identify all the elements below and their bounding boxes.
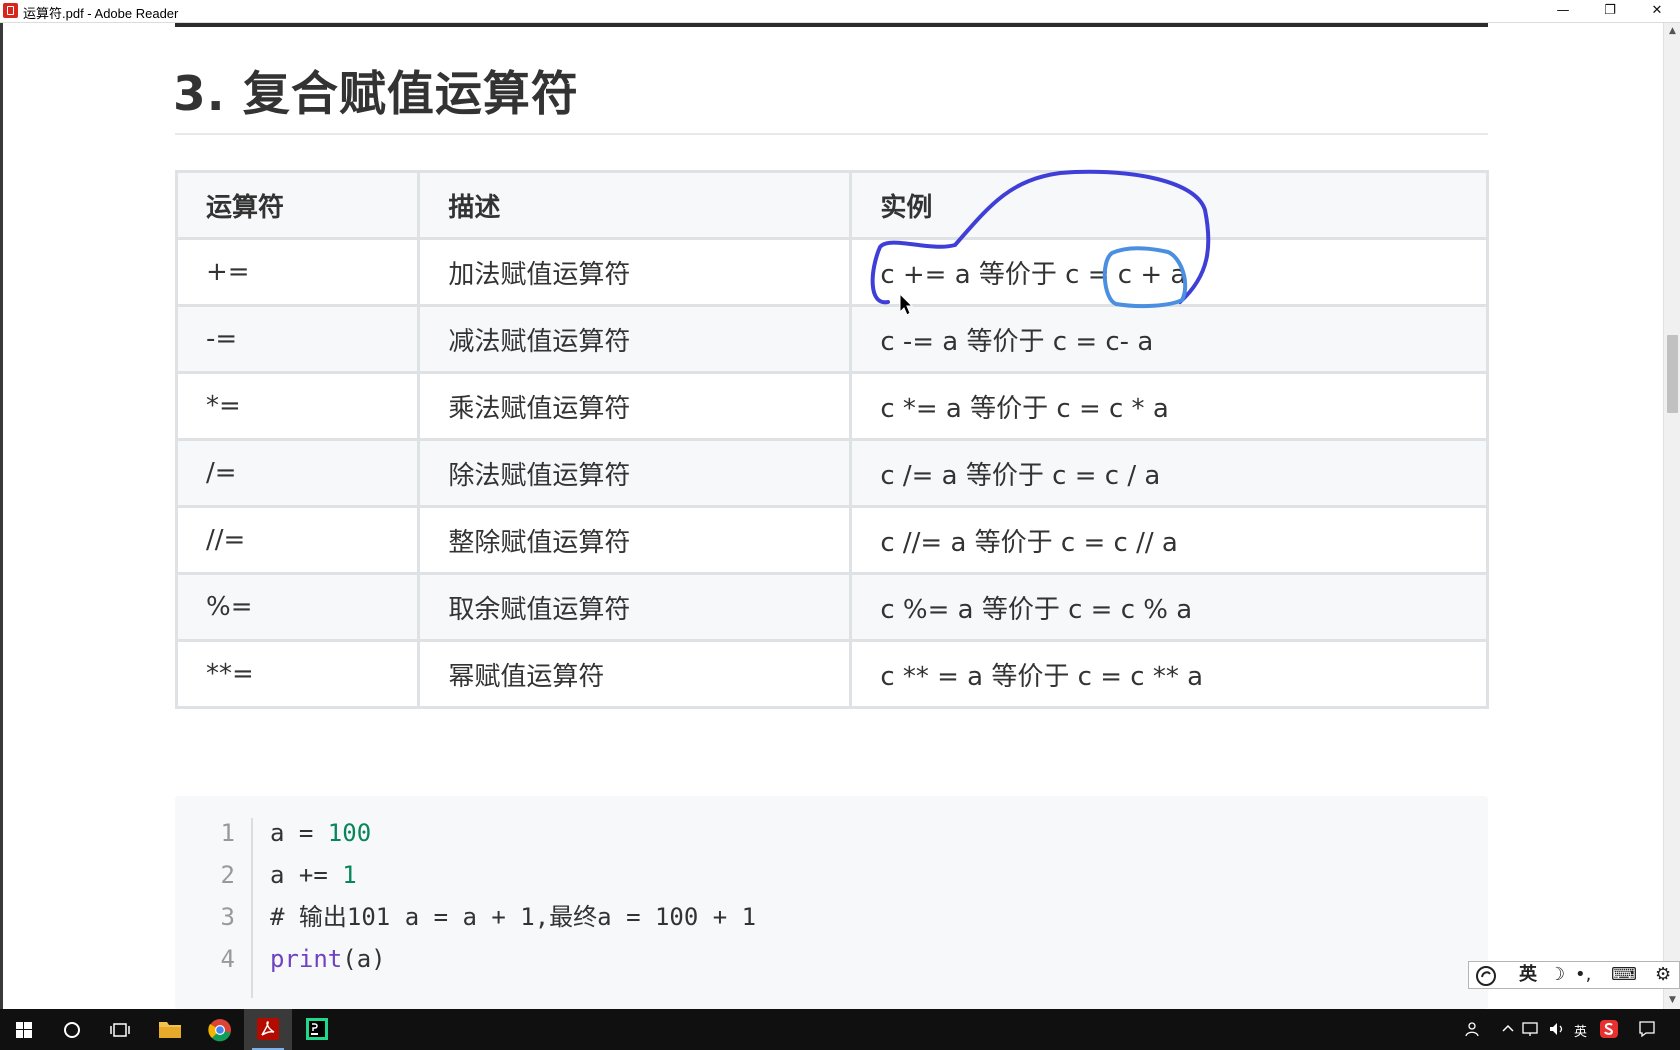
code-token: a +=	[270, 861, 343, 889]
table-row: -= 减法赋值运算符 c -= a 等价于 c = c- a	[174, 304, 1489, 374]
taskbar-pycharm[interactable]	[293, 1009, 341, 1050]
cell-example: c ** = a 等价于 c = c ** a	[849, 639, 1489, 709]
code-text: print(a)	[270, 939, 386, 979]
minimize-button[interactable]: —	[1540, 0, 1586, 22]
cell-operator: **=	[174, 639, 421, 709]
table-row: /= 除法赋值运算符 c /= a 等价于 c = c / a	[174, 438, 1489, 508]
operator-table: 运算符 描述 实例 += 加法赋值运算符 c += a 等价于 c = c + …	[174, 170, 1489, 709]
search-circle-icon	[64, 1022, 80, 1038]
pycharm-icon	[306, 1018, 328, 1040]
window-title: 运算符.pdf - Adobe Reader	[23, 6, 179, 21]
person-icon[interactable]	[1464, 1021, 1480, 1037]
cell-operator: /=	[174, 438, 421, 508]
code-token: (a)	[342, 945, 386, 973]
code-number: 1	[342, 861, 357, 889]
search-button[interactable]	[48, 1009, 96, 1050]
cell-operator: -=	[174, 304, 421, 374]
cell-description: 整除赋值运算符	[417, 505, 853, 575]
taskbar-chrome[interactable]	[196, 1009, 244, 1050]
cell-example: c %= a 等价于 c = c % a	[849, 572, 1489, 642]
title-bar: 运算符.pdf - Adobe Reader — ❐ ✕	[0, 0, 1680, 23]
cell-description: 乘法赋值运算符	[417, 371, 853, 441]
section-heading: 3. 复合赋值运算符	[173, 67, 579, 122]
scroll-down-icon[interactable]: ▼	[1664, 992, 1680, 1009]
moon-icon[interactable]: ☽	[1549, 964, 1565, 986]
cell-example: c += a 等价于 c = c + a	[849, 237, 1489, 307]
sogou-ime-icon[interactable]	[1600, 1020, 1618, 1038]
settings-icon[interactable]: ⚙	[1655, 964, 1671, 986]
cell-description: 除法赋值运算符	[417, 438, 853, 508]
taskbar-adobe-reader[interactable]	[244, 1009, 292, 1050]
chrome-icon	[208, 1019, 231, 1042]
code-token: a =	[270, 819, 328, 847]
cell-operator: //=	[174, 505, 421, 575]
code-function: print	[270, 945, 343, 973]
adobe-reader-taskbar-icon	[257, 1018, 279, 1040]
cell-description: 减法赋值运算符	[417, 304, 853, 374]
taskbar-file-explorer[interactable]	[146, 1009, 194, 1050]
cell-operator: +=	[174, 237, 421, 307]
line-number: 4	[220, 945, 235, 973]
start-button[interactable]	[0, 1009, 48, 1050]
ime-lang-toggle[interactable]: 英	[1519, 964, 1537, 986]
volume-icon[interactable]	[1548, 1021, 1566, 1037]
scroll-thumb[interactable]	[1667, 335, 1678, 413]
table-row: += 加法赋值运算符 c += a 等价于 c = c + a	[174, 237, 1489, 307]
table-row: //= 整除赋值运算符 c //= a 等价于 c = c // a	[174, 505, 1489, 575]
cell-example: c -= a 等价于 c = c- a	[849, 304, 1489, 374]
taskbar: 英	[0, 1009, 1680, 1050]
cell-operator: %=	[174, 572, 421, 642]
cell-example: c *= a 等价于 c = c * a	[849, 371, 1489, 441]
line-number: 3	[220, 903, 235, 931]
task-view-icon	[110, 1023, 130, 1037]
line-number: 2	[220, 861, 235, 889]
line-number: 1	[220, 819, 235, 847]
windows-logo-icon	[16, 1022, 32, 1038]
table-header-row: 运算符 描述 实例	[174, 170, 1489, 240]
keyboard-icon[interactable]: ⌨	[1611, 964, 1637, 986]
header-operator: 运算符	[174, 170, 421, 240]
code-comment: # 输出101 a = a + 1,最终a = 100 + 1	[270, 903, 757, 931]
code-block: 1 a = 100 2 a += 1 3 # 输出101 a = a + 1,最…	[175, 796, 1488, 1009]
network-icon[interactable]	[1522, 1021, 1540, 1037]
heading-divider	[175, 133, 1488, 135]
restore-button[interactable]: ❐	[1587, 0, 1633, 22]
code-number: 100	[327, 819, 372, 847]
table-row: **= 幂赋值运算符 c ** = a 等价于 c = c ** a	[174, 639, 1489, 709]
adobe-reader-icon	[3, 3, 18, 18]
cell-operator: *=	[174, 371, 421, 441]
punctuation-icon[interactable]: •,	[1575, 964, 1591, 986]
cell-example: c /= a 等价于 c = c / a	[849, 438, 1489, 508]
ime-logo-icon[interactable]	[1475, 965, 1497, 987]
header-description: 描述	[417, 170, 853, 240]
page-top-rule	[175, 23, 1488, 27]
ime-toolbar[interactable]: 英 ☽ •, ⌨ ⚙	[1468, 961, 1680, 989]
viewport-left-border	[0, 23, 3, 1009]
cell-description: 取余赋值运算符	[417, 572, 853, 642]
cell-description: 幂赋值运算符	[417, 639, 853, 709]
folder-icon	[159, 1022, 181, 1038]
cell-example: c //= a 等价于 c = c // a	[849, 505, 1489, 575]
notification-center-icon[interactable]	[1638, 1020, 1656, 1038]
task-view-button[interactable]	[96, 1009, 144, 1050]
code-text: a = 100	[270, 813, 371, 853]
table-row: *= 乘法赋值运算符 c *= a 等价于 c = c * a	[174, 371, 1489, 441]
vertical-scrollbar[interactable]: ▲ ▼	[1663, 23, 1680, 1009]
close-button[interactable]: ✕	[1634, 0, 1680, 22]
scroll-up-icon[interactable]: ▲	[1664, 23, 1680, 40]
cell-description: 加法赋值运算符	[417, 237, 853, 307]
header-example: 实例	[849, 170, 1489, 240]
chevron-up-icon[interactable]	[1502, 1023, 1514, 1033]
table-row: %= 取余赋值运算符 c %= a 等价于 c = c % a	[174, 572, 1489, 642]
code-gutter-divider	[251, 818, 253, 998]
code-text: a += 1	[270, 855, 357, 895]
tray-lang-indicator[interactable]: 英	[1574, 1021, 1587, 1040]
